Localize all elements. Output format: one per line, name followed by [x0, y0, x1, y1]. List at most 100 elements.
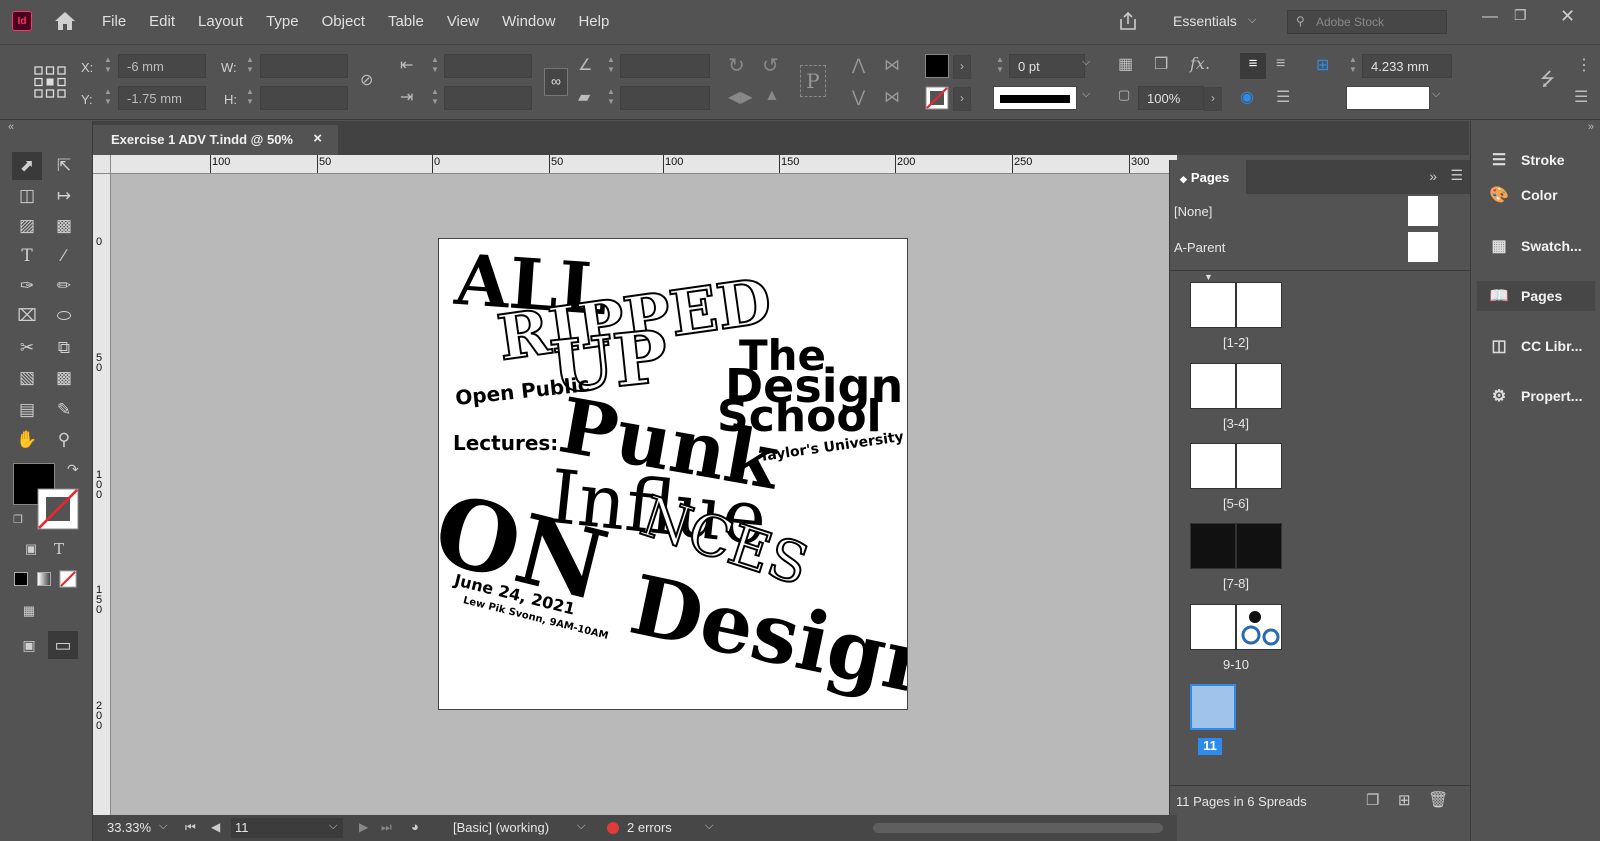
opacity-chevron-right-icon[interactable]: ›	[1204, 87, 1222, 111]
ellipse-tool-icon[interactable]: ⬭	[49, 302, 79, 330]
hand-tool-icon[interactable]: ✋	[12, 426, 42, 454]
gap-stepper[interactable]: ▲ ▼	[1346, 55, 1360, 79]
align-left-icon[interactable]: ≡	[1240, 53, 1266, 79]
collapse-toolbox-icon[interactable]: «	[8, 121, 14, 133]
preflight-icon[interactable]: ◕	[411, 819, 419, 834]
align-justify-icon[interactable]: ≡	[1276, 55, 1285, 73]
flip-horizontal-icon[interactable]: ◀▶	[728, 87, 753, 107]
content-placer-icon[interactable]: ▩	[49, 212, 79, 240]
normal-view-icon[interactable]: ▣	[14, 631, 44, 659]
page-thumb-3[interactable]	[1190, 363, 1236, 409]
scale-x-icon[interactable]: ⇤	[400, 55, 413, 75]
rotate-ccw-icon[interactable]: ↺	[762, 53, 779, 78]
scale-y-icon[interactable]: ⇥	[400, 87, 413, 107]
page-thumb-1[interactable]	[1190, 282, 1236, 328]
effects-fx-icon[interactable]: fx.	[1190, 54, 1210, 73]
flip-vertical-icon[interactable]: ▲	[764, 87, 780, 105]
page-thumb-5[interactable]	[1190, 443, 1236, 489]
document-tab[interactable]: Exercise 1 ADV T.indd @ 50% ×	[93, 125, 338, 155]
reference-point-icon[interactable]	[34, 66, 66, 98]
content-collector-icon[interactable]: ▨	[12, 212, 42, 240]
h-field[interactable]	[260, 86, 348, 110]
prev-page-icon[interactable]: ◀	[211, 820, 220, 834]
page-chevron-down-icon[interactable]: ⌵	[329, 820, 337, 833]
page-thumb-4[interactable]	[1236, 363, 1282, 409]
error-count[interactable]: 2 errors	[627, 820, 672, 835]
rotate-field[interactable]	[620, 54, 710, 78]
x-stepper[interactable]: ▲ ▼	[101, 55, 115, 79]
autofit-icon[interactable]: ◉	[1240, 87, 1254, 107]
line-tool-icon[interactable]: ∕	[49, 242, 79, 270]
frame-fitting-select[interactable]	[1346, 86, 1430, 110]
panel-options-icon[interactable]: ⋮	[1576, 55, 1592, 75]
scale-y-field[interactable]	[444, 86, 532, 110]
shear-field[interactable]	[620, 86, 710, 110]
gap-tool-icon[interactable]: ⊞	[1316, 55, 1329, 75]
dock-pages[interactable]: 📖 Pages	[1477, 281, 1595, 311]
h-stepper[interactable]: ▲ ▼	[243, 87, 257, 111]
zoom-chevron-down-icon[interactable]: ⌵	[159, 820, 167, 833]
presentation-mode-icon[interactable]: ▭	[48, 631, 78, 659]
close-tab-icon[interactable]: ×	[313, 130, 322, 147]
edit-page-size-icon[interactable]: ❐	[1366, 791, 1379, 809]
page-thumb-10[interactable]	[1236, 604, 1282, 650]
menu-layout[interactable]: Layout	[198, 13, 243, 30]
stroke-weight-chevron-down-icon[interactable]: ⌵	[1082, 56, 1090, 69]
stroke-weight-field[interactable]: 0 pt	[1009, 54, 1085, 78]
screen-mode-icon[interactable]: ▦	[14, 597, 44, 625]
menu-type[interactable]: Type	[266, 13, 299, 30]
apply-gradient-icon[interactable]	[37, 572, 51, 586]
w-field[interactable]	[260, 54, 348, 78]
parent-a-thumb[interactable]	[1408, 232, 1438, 262]
pen-tool-icon[interactable]: ✑	[12, 272, 42, 300]
menu-table[interactable]: Table	[388, 13, 424, 30]
minimize-icon[interactable]: —	[1482, 8, 1498, 26]
lightning-quick-apply-icon[interactable]: ⭍	[1540, 67, 1555, 97]
scale-y-stepper[interactable]: ▲ ▼	[428, 87, 442, 111]
y-field[interactable]: -1.75 mm	[118, 86, 206, 110]
new-page-icon[interactable]: ⊞	[1398, 791, 1411, 809]
ruler-origin[interactable]	[93, 155, 111, 174]
constrain-proportions-icon[interactable]: ⊘	[360, 70, 373, 90]
restore-icon[interactable]: ❐	[1514, 7, 1527, 24]
select-content-icon[interactable]: ⋁	[852, 87, 865, 107]
menu-file[interactable]: File	[102, 13, 126, 30]
dock-swatches[interactable]: ▦ Swatch...	[1477, 231, 1595, 261]
gap-tool-icon[interactable]: ↦	[49, 182, 79, 210]
direct-selection-tool-icon[interactable]: ⇱	[49, 152, 79, 180]
panel-menu-icon[interactable]: ☰	[1574, 87, 1588, 107]
y-stepper[interactable]: ▲ ▼	[101, 87, 115, 111]
link-scale-icon[interactable]: ∞	[544, 68, 568, 96]
chevron-down-icon[interactable]: ⌵	[1248, 14, 1256, 27]
page-thumb-7[interactable]	[1190, 523, 1236, 569]
close-window-icon[interactable]: ✕	[1560, 6, 1575, 27]
opacity-icon[interactable]: ▢	[1118, 87, 1130, 103]
delete-page-icon[interactable]: 🗑	[1428, 790, 1448, 810]
first-page-icon[interactable]: ⏮	[185, 820, 196, 835]
menu-edit[interactable]: Edit	[149, 13, 175, 30]
page-thumb-6[interactable]	[1236, 443, 1282, 489]
scale-x-stepper[interactable]: ▲ ▼	[428, 55, 442, 79]
stroke-none-swatch[interactable]	[925, 86, 949, 110]
last-page-icon[interactable]: ⏭	[381, 820, 392, 835]
parent-none-thumb[interactable]	[1408, 196, 1438, 226]
artwork-text-lectures[interactable]: Lectures:	[453, 431, 558, 455]
parent-none-row[interactable]: [None]	[1170, 194, 1471, 230]
dock-cc-libraries[interactable]: ◫ CC Libr...	[1477, 331, 1595, 361]
formatting-affects-container-icon[interactable]: ▣	[16, 535, 46, 563]
stroke-color-icon[interactable]	[37, 488, 79, 530]
menu-view[interactable]: View	[447, 13, 479, 30]
shear-angle-icon[interactable]: ▰	[578, 87, 590, 107]
page-number-field[interactable]: 11	[231, 818, 343, 838]
apply-none-icon[interactable]	[59, 570, 77, 588]
select-prev-object-icon[interactable]: ⋈	[884, 55, 900, 75]
page-tool-icon[interactable]: ◫	[12, 182, 42, 210]
stroke-type-select[interactable]	[993, 86, 1077, 110]
collapse-dock-icon[interactable]: »	[1588, 121, 1594, 133]
w-stepper[interactable]: ▲ ▼	[243, 55, 257, 79]
profile-chevron-down-icon[interactable]: ⌵	[577, 820, 585, 833]
page-thumb-8[interactable]	[1236, 523, 1282, 569]
adobe-stock-search-input[interactable]: ⚲ Adobe Stock	[1287, 10, 1447, 34]
parent-a-row[interactable]: A-Parent	[1170, 230, 1471, 266]
home-icon[interactable]	[53, 10, 77, 32]
